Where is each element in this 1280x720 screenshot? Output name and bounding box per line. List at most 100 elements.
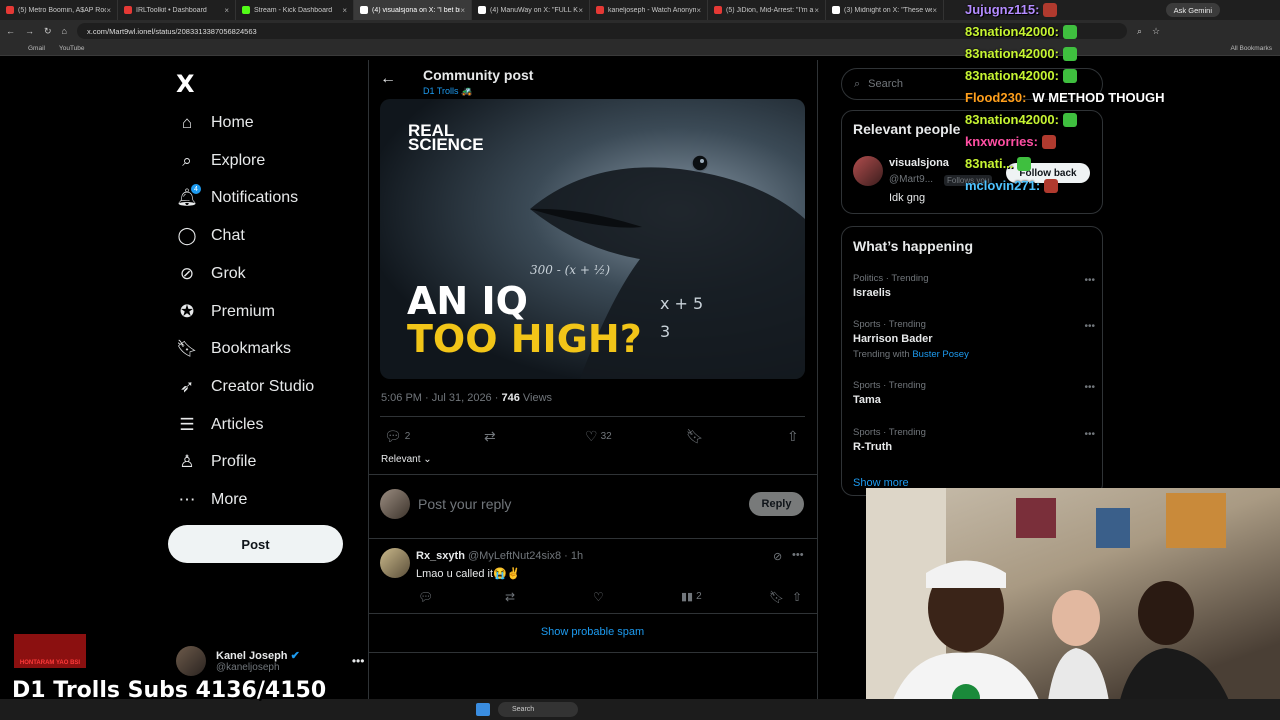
bookmark-gmail[interactable]: Gmail (28, 45, 45, 52)
tab-label: (5) Metro Boomin, A$AP Rocky (18, 6, 107, 14)
reply-sort-dropdown[interactable]: Relevant ⌄ (381, 454, 432, 465)
reply-icon: 💬︎ (418, 590, 434, 604)
sidebar-item-home[interactable]: ⌂ Home (176, 108, 254, 138)
close-icon[interactable]: × (342, 6, 347, 15)
repost-action[interactable]: ⇄ (505, 590, 515, 604)
sidebar-item-explore[interactable]: ⌕ Explore (176, 146, 265, 176)
trend-related-link[interactable]: Buster Posey (912, 349, 969, 360)
close-icon[interactable]: × (696, 6, 701, 15)
person-name[interactable]: visualsjona (889, 157, 949, 169)
sidebar-item-label: Explore (211, 151, 266, 169)
close-icon[interactable]: × (224, 6, 229, 15)
sidebar-item-label: Bookmarks (211, 340, 292, 358)
post-button[interactable]: Post (168, 525, 343, 563)
reload-icon[interactable]: ↻ (44, 26, 52, 37)
all-bookmarks[interactable]: All Bookmarks (1230, 45, 1272, 52)
star-icon[interactable]: ☆ (1152, 26, 1160, 37)
tab-label: (4) ManuWay on X: "FULL Kan (490, 6, 579, 14)
browser-tab[interactable]: (4) visualsjona on X: "I bet bro's× (354, 0, 472, 20)
browser-tab[interactable]: Stream - Kick Dashboard × (236, 0, 354, 20)
show-spam-link[interactable]: Show probable spam (368, 626, 817, 638)
reply-author[interactable]: Rx_sxyth (416, 550, 465, 562)
sidebar-item-profile[interactable]: ♙ Profile (176, 447, 256, 477)
sidebar-item-premium[interactable]: ✪ Premium (176, 297, 275, 327)
browser-address-bar: ← → ↻ ⌂ x.com/Mart9wl.ionel/status/20833… (0, 20, 1280, 42)
browser-tab[interactable]: (4) ManuWay on X: "FULL Kan × (472, 0, 590, 20)
avatar (380, 489, 410, 519)
sidebar-item-label: Chat (211, 227, 245, 245)
sidebar-item-grok[interactable]: ⊘ Grok (176, 259, 246, 289)
sidebar-item-creator-studio[interactable]: ➶ Creator Studio (176, 372, 314, 402)
reply-action[interactable]: 💬︎ 2 (384, 428, 410, 445)
back-icon[interactable]: ← (6, 26, 15, 36)
premium-icon: ✪ (179, 301, 195, 321)
sidebar-item-articles[interactable]: ☰ Articles (176, 410, 263, 440)
trend-item[interactable]: Sports · Trending Tama ••• (853, 380, 1095, 406)
trend-category: Sports · Trending (853, 427, 926, 438)
zoom-icon[interactable]: ⌕ (1137, 26, 1142, 37)
more-icon[interactable]: ••• (352, 654, 365, 668)
sidebar-item-chat[interactable]: ◯ Chat (176, 221, 245, 251)
chat-message: knxworries: (965, 134, 1056, 149)
more-icon[interactable]: ••• (1084, 382, 1095, 393)
more-icon[interactable]: ••• (792, 549, 804, 561)
reply-button[interactable]: Reply (749, 492, 804, 516)
sidebar-item-bookmarks[interactable]: 🔖︎ Bookmarks (176, 334, 291, 364)
sidebar-item-more[interactable]: ⋯ More (176, 485, 248, 515)
more-icon[interactable]: ••• (1084, 429, 1095, 440)
close-icon[interactable]: × (932, 6, 937, 15)
sidebar-item-label: More (211, 491, 248, 508)
close-icon[interactable]: × (460, 6, 465, 15)
close-icon[interactable]: × (106, 6, 111, 15)
reply-input[interactable]: Post your reply (418, 496, 511, 512)
more-icon[interactable]: ••• (1084, 275, 1095, 286)
bookmark-action[interactable]: 🔖︎ (686, 428, 704, 445)
back-arrow-icon[interactable]: ← (380, 70, 396, 88)
tab-favicon-icon (6, 6, 14, 14)
like-action[interactable]: ♡ (593, 590, 604, 604)
account-switcher[interactable]: Kanel Joseph ✔ @kaneljoseph ••• (176, 646, 364, 676)
sidebar-item-label: Premium (211, 302, 276, 320)
chat-username: 83nati... (965, 156, 1014, 171)
taskbar-search[interactable]: Search (498, 702, 578, 717)
repost-action[interactable]: ⇄ (484, 428, 496, 445)
trend-item[interactable]: Politics · Trending Israelis ••• (853, 273, 1095, 299)
browser-tab[interactable]: (5) JiDion, Mid-Arrest: "I'm a M × (708, 0, 826, 20)
grok-icon[interactable]: ⊘ (773, 550, 782, 563)
account-handle: @kaneljoseph (216, 662, 280, 673)
browser-tab[interactable]: (5) Metro Boomin, A$AP Rocky × (0, 0, 118, 20)
trend-item[interactable]: Sports · Trending R-Truth ••• (853, 427, 1095, 453)
close-icon[interactable]: × (814, 6, 819, 15)
person-bio: Idk gng (889, 192, 926, 204)
more-icon[interactable]: ••• (1084, 321, 1095, 332)
tab-label: (3) Midnight on X: "These were (844, 6, 933, 14)
reply-action[interactable]: 💬︎ (418, 590, 433, 604)
trend-item[interactable]: Sports · Trending Harrison Bader Trending … (853, 319, 1095, 360)
bookmark-action[interactable]: 🔖︎ (769, 590, 784, 604)
forward-icon[interactable]: → (25, 26, 34, 36)
browser-tab[interactable]: (3) Midnight on X: "These were × (826, 0, 944, 20)
share-action[interactable]: ⇧ (787, 428, 799, 445)
share-icon: ⇧ (792, 590, 803, 604)
browser-tab[interactable]: kaneljoseph - Watch Anonymou× (590, 0, 708, 20)
post-image[interactable]: 300 - (x + ½) x + 5 3 REAL SCIENCE AN IQ… (380, 99, 805, 379)
articles-icon: ☰ (179, 414, 195, 434)
sidebar-item-notifications[interactable]: 🔔︎ 4 Notifications (176, 183, 298, 213)
home-browser-icon[interactable]: ⌂ (62, 26, 67, 36)
chat-emote-icon (1041, 134, 1056, 149)
x-logo[interactable]: X (176, 70, 195, 98)
like-action[interactable]: ♡ 32 (585, 428, 612, 445)
trend-category: Sports · Trending (853, 380, 926, 391)
bookmark-icon: 🔖︎ (686, 428, 704, 444)
ask-gemini-button[interactable]: Ask Gemini (1165, 3, 1220, 17)
windows-start-icon[interactable] (476, 703, 490, 716)
browser-tab[interactable]: IRLToolkit • Dashboard × (118, 0, 236, 20)
views-action[interactable]: ▮▮ 2 (681, 590, 702, 603)
close-icon[interactable]: × (578, 6, 583, 15)
reply-handle: @MyLeftNut24six8 · 1h (467, 550, 584, 562)
bell-icon: 🔔︎ 4 (176, 184, 201, 209)
chat-message: 83nati... (965, 156, 1032, 171)
bookmark-youtube[interactable]: YouTube (59, 45, 85, 52)
community-link[interactable]: D1 Trolls 🚜 (423, 86, 472, 97)
share-action[interactable]: ⇧ (792, 590, 802, 604)
